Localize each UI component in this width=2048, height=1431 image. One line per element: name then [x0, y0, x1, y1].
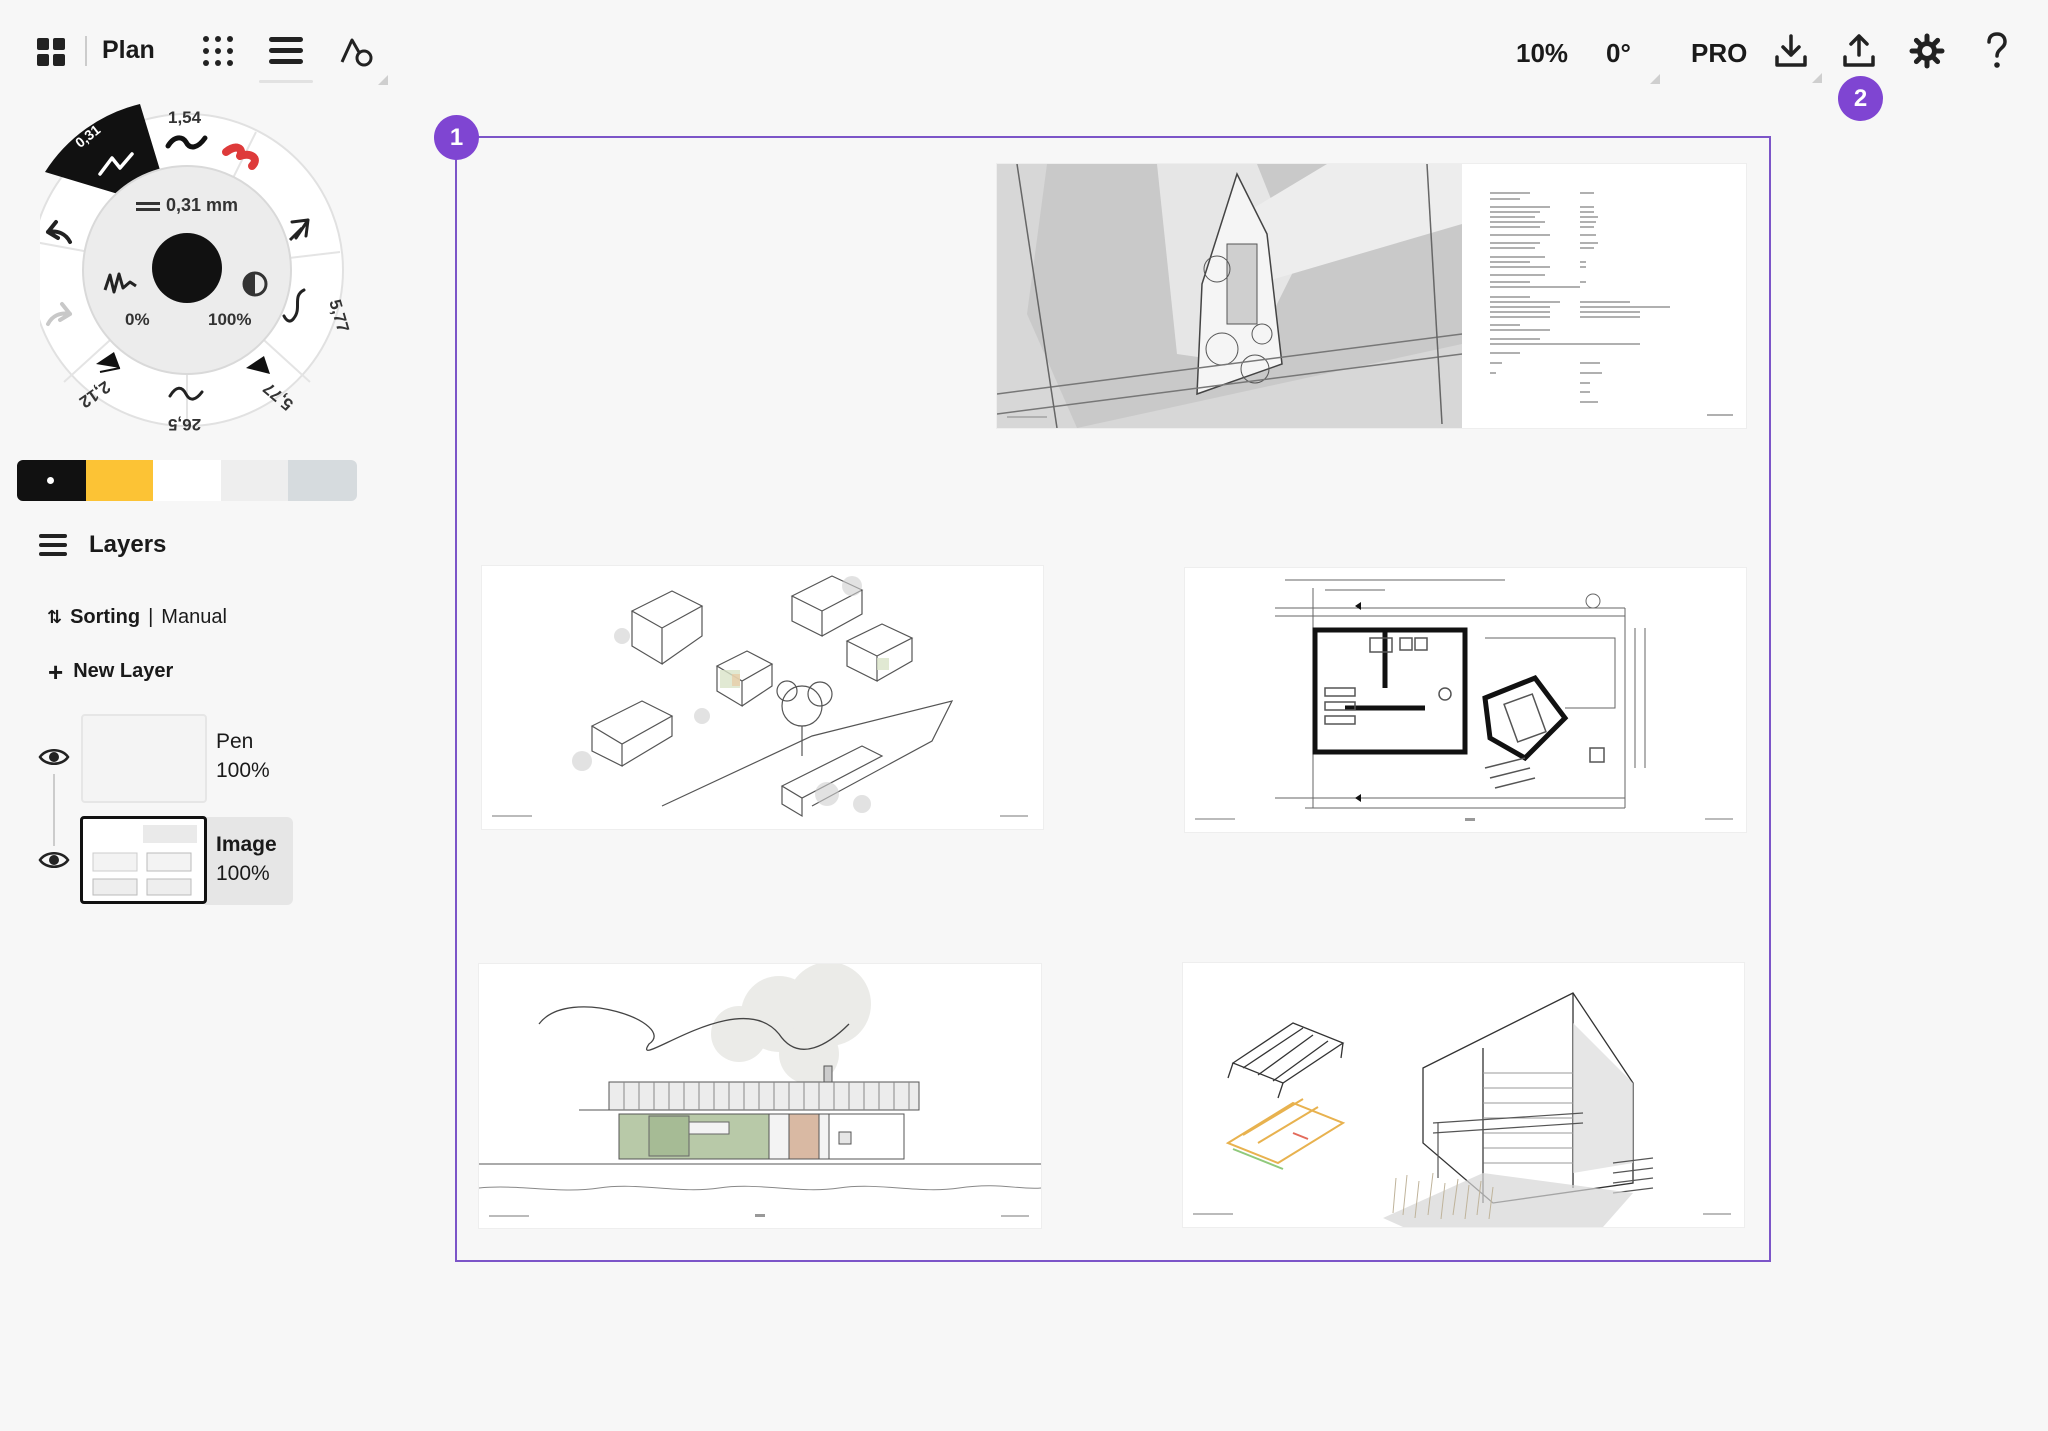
- layers-icon: [269, 37, 303, 64]
- annotation-badge: 2: [1838, 76, 1883, 121]
- layer-opacity[interactable]: 100%: [216, 862, 270, 886]
- upload-icon: [1843, 34, 1875, 67]
- layer-opacity[interactable]: 100%: [216, 759, 270, 783]
- color-swatch-light-gray[interactable]: [221, 460, 288, 501]
- zoom-value[interactable]: 10%: [1516, 38, 1568, 69]
- elevation-sheet[interactable]: [479, 964, 1041, 1228]
- selected-layer-highlight: [205, 817, 293, 905]
- floor-plan-sheet[interactable]: [1185, 568, 1746, 832]
- annotation-badge: 1: [434, 115, 479, 160]
- drawing-title[interactable]: Plan: [102, 36, 155, 65]
- elevation-drawing: [479, 964, 1041, 1217]
- layer-link-line: [53, 774, 55, 846]
- site-plan-sheet[interactable]: [997, 164, 1746, 428]
- size-preset-bottom[interactable]: 26,5: [168, 414, 201, 434]
- layer-thumbnail-selected[interactable]: [80, 816, 207, 904]
- sorting-label: Sorting: [70, 606, 141, 628]
- export-button[interactable]: [1841, 33, 1877, 69]
- gallery-button[interactable]: [36, 37, 66, 67]
- corner-handle: [1812, 73, 1822, 83]
- selected-dot: [47, 477, 54, 484]
- grid-tool-button[interactable]: [202, 35, 234, 67]
- sorting-value: Manual: [161, 606, 227, 628]
- layers-icon: [39, 534, 67, 556]
- brush-size-label: 0,31 mm: [166, 195, 239, 215]
- layer-name[interactable]: Image: [216, 833, 277, 857]
- axonometric-sheet[interactable]: [482, 566, 1043, 829]
- new-layer-label: New Layer: [73, 660, 174, 682]
- layers-tool-button[interactable]: [266, 34, 306, 68]
- rotation-value[interactable]: 0°: [1606, 38, 1631, 69]
- layer-visibility-toggle[interactable]: [38, 747, 70, 767]
- gear-icon: [1909, 33, 1945, 69]
- color-swatch-blue-gray[interactable]: [288, 460, 357, 501]
- pro-button[interactable]: PRO: [1691, 38, 1747, 69]
- size-preset-top[interactable]: 1,54: [168, 108, 201, 128]
- layers-header-icon: [38, 532, 68, 558]
- shapes-icon: [340, 38, 373, 67]
- shapes-tool-button[interactable]: [338, 34, 374, 68]
- sheets-thumbnail-image: [92, 825, 197, 896]
- axonometric-drawing: [492, 575, 1028, 818]
- import-button[interactable]: [1773, 33, 1809, 69]
- corner-handle: [378, 75, 388, 85]
- title-divider: [85, 36, 87, 66]
- sorting-control[interactable]: ⇅ Sorting | Manual: [47, 606, 227, 629]
- plus-icon: +: [48, 656, 64, 687]
- new-layer-button[interactable]: + New Layer: [48, 656, 174, 687]
- smoothing-value[interactable]: 0%: [125, 310, 150, 330]
- help-button[interactable]: [1985, 32, 2009, 70]
- eye-icon: [38, 749, 70, 765]
- sort-arrows-icon: ⇅: [47, 607, 63, 627]
- dot-grid-icon: [203, 36, 233, 66]
- perspective-drawing: [1193, 992, 1731, 1227]
- perspective-sheet[interactable]: [1183, 963, 1744, 1227]
- color-swatch-black[interactable]: [17, 460, 86, 501]
- settings-button[interactable]: [1909, 33, 1945, 69]
- color-swatch-white[interactable]: [153, 460, 221, 501]
- download-icon: [1775, 34, 1807, 67]
- layer-visibility-toggle[interactable]: [38, 850, 70, 870]
- site-plan-drawing: [997, 164, 1746, 428]
- grid-icon: [37, 38, 65, 66]
- corner-handle: [1650, 74, 1660, 84]
- sorting-separator: |: [148, 606, 154, 628]
- eye-icon: [38, 852, 70, 868]
- layer-thumbnail[interactable]: [81, 714, 207, 803]
- active-tool-underline: [259, 80, 313, 83]
- layer-name[interactable]: Pen: [216, 730, 253, 754]
- color-swatch-yellow[interactable]: [86, 460, 153, 501]
- floor-plan-drawing: [1195, 579, 1733, 821]
- layers-title: Layers: [89, 531, 167, 558]
- opacity-value[interactable]: 100%: [208, 310, 251, 330]
- question-mark-icon: [1987, 32, 2007, 68]
